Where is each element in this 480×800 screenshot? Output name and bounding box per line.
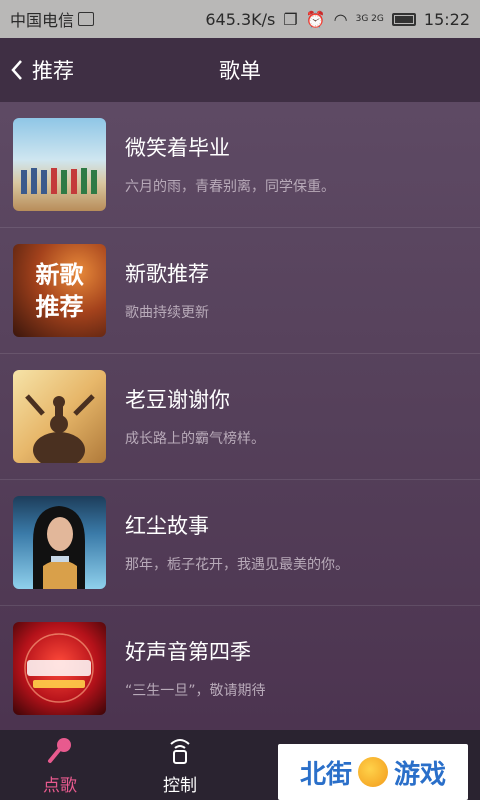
playlist-info: 红尘故事 那年，栀子花开，我遇见最美的你。 <box>125 512 349 574</box>
thumbnail-line: 新歌 <box>35 259 84 289</box>
carrier-group: 中国电信 <box>10 7 95 31</box>
playlist-item[interactable]: 新歌 推荐 新歌推荐 歌曲持续更新 <box>0 228 480 354</box>
show-logo-image <box>24 633 94 703</box>
playlist-title: 新歌推荐 <box>125 261 209 286</box>
back-label: 推荐 <box>32 59 74 83</box>
playlist-info: 老豆谢谢你 成长路上的霸气榜样。 <box>125 386 265 448</box>
playlist-thumbnail-new-songs: 新歌 推荐 <box>13 244 106 337</box>
sun-logo-icon <box>358 757 388 787</box>
playlist-title: 红尘故事 <box>125 513 209 538</box>
playlist-subtitle: “三生一旦”，敬请期待 <box>125 682 266 699</box>
status-bar: 中国电信 645.3K/s ❐ ⏰ ◠ 3G 2G 15:22 <box>0 0 480 38</box>
playlist-subtitle: 歌曲持续更新 <box>125 304 209 321</box>
nav-tab-song-request[interactable]: 点歌 <box>0 730 120 800</box>
playlist-item[interactable]: 好声音第四季 “三生一旦”，敬请期待 <box>0 606 480 730</box>
playlist-subtitle: 那年，栀子花开，我遇见最美的你。 <box>125 556 349 573</box>
image-notification-icon <box>78 12 95 26</box>
playlist-subtitle: 成长路上的霸气榜样。 <box>125 430 265 447</box>
nav-tab-label: 点歌 <box>43 775 77 796</box>
playlist-item[interactable]: 微笑着毕业 六月的雨，青春别离，同学保重。 <box>0 102 480 228</box>
clock: 15:22 <box>423 9 470 29</box>
playlist-info: 新歌推荐 歌曲持续更新 <box>125 260 209 322</box>
site-watermark: 北街 游戏 <box>278 744 468 800</box>
carrier-name: 中国电信 <box>10 11 75 30</box>
playlist-info: 好声音第四季 “三生一旦”，敬请期待 <box>125 638 266 700</box>
playlist-thumbnail-father <box>13 370 106 463</box>
signal-icon: 3G 2G <box>355 13 384 24</box>
network-speed: 645.3K/s <box>205 9 276 29</box>
nav-tab-control[interactable]: 控制 <box>120 730 240 800</box>
playlist-list[interactable]: 微笑着毕业 六月的雨，青春别离，同学保重。 新歌 推荐 新歌推荐 歌曲持续更新 <box>0 102 480 730</box>
playlist-subtitle: 六月的雨，青春别离，同学保重。 <box>125 178 335 195</box>
back-button[interactable]: 推荐 <box>10 55 74 85</box>
chevron-left-icon <box>11 60 22 80</box>
thumbnail-caption: 新歌 推荐 <box>13 244 106 337</box>
watermark-text-left: 北街 <box>299 759 352 790</box>
playlist-thumbnail-voice-of-china <box>13 622 106 715</box>
father-child-silhouette-image <box>25 394 95 463</box>
watermark-text-right: 游戏 <box>394 759 447 790</box>
remote-control-icon <box>170 738 190 764</box>
wifi-icon: ◠ <box>333 9 348 29</box>
status-right: 645.3K/s ❐ ⏰ ◠ 3G 2G 15:22 <box>205 10 470 29</box>
playlist-thumbnail-portrait <box>13 496 106 589</box>
singer-portrait-image <box>33 506 85 589</box>
header: 推荐 歌单 <box>0 38 480 102</box>
microphone-icon <box>48 737 71 763</box>
playlist-item[interactable]: 红尘故事 那年，栀子花开，我遇见最美的你。 <box>0 480 480 606</box>
vibrate-icon: ❐ <box>283 9 298 29</box>
playlist-title: 微笑着毕业 <box>125 135 230 160</box>
playlist-title: 好声音第四季 <box>125 639 251 664</box>
nav-tab-label: 控制 <box>163 775 197 796</box>
playlist-title: 老豆谢谢你 <box>125 387 230 412</box>
playlist-info: 微笑着毕业 六月的雨，青春别离，同学保重。 <box>125 134 335 196</box>
alarm-icon: ⏰ <box>305 9 326 29</box>
thumbnail-line: 推荐 <box>35 291 84 321</box>
playlist-item[interactable]: 老豆谢谢你 成长路上的霸气榜样。 <box>0 354 480 480</box>
graduates-image <box>21 168 97 194</box>
playlist-thumbnail-graduation <box>13 118 106 211</box>
battery-icon <box>391 12 416 26</box>
